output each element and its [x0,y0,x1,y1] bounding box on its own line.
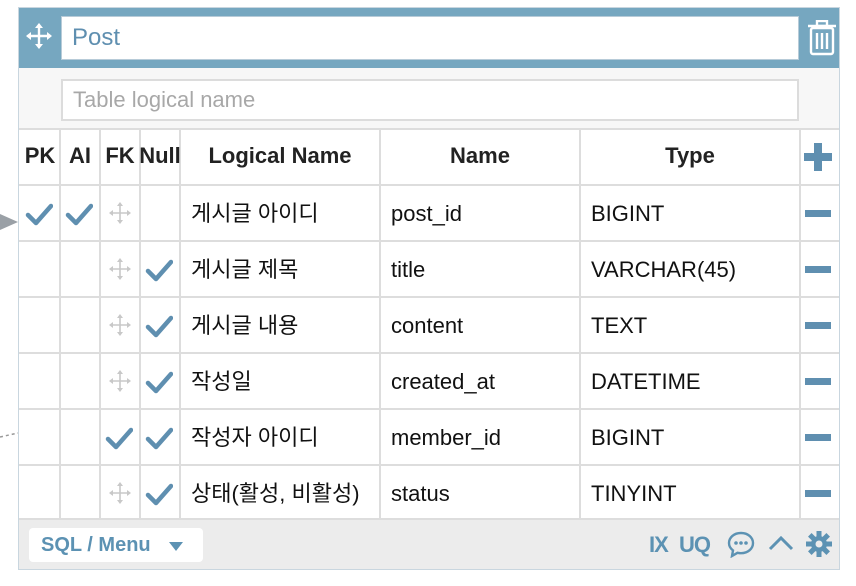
column-row[interactable]: 게시글 제목 title VARCHAR(45) [19,242,839,298]
col-header-null: Null [139,143,181,168]
comment-icon[interactable] [727,530,755,558]
cell-logical-name[interactable]: 게시글 아이디 [191,186,371,242]
table-logical-name-input[interactable] [61,79,799,121]
null-check-icon[interactable] [145,256,173,284]
gear-icon[interactable] [805,530,833,558]
cell-type[interactable]: TEXT [591,298,791,354]
table-header [19,8,839,68]
cell-name[interactable]: title [391,242,571,298]
caret-down-icon [169,542,183,551]
cell-type[interactable]: BIGINT [591,410,791,466]
plus-icon[interactable] [803,142,833,172]
column-row[interactable]: 작성자 아이디 member_id BIGINT [19,410,839,466]
fk-check-icon[interactable] [105,424,133,452]
null-check-icon[interactable] [145,480,173,508]
cell-logical-name[interactable]: 작성자 아이디 [191,410,371,466]
cell-type[interactable]: DATETIME [591,354,791,410]
fk-move-icon[interactable] [109,314,131,336]
cell-name[interactable]: created_at [391,354,571,410]
cell-logical-name[interactable]: 작성일 [191,354,371,410]
null-check-icon[interactable] [145,312,173,340]
col-header-type: Type [665,143,715,168]
column-row[interactable]: 작성일 created_at DATETIME [19,354,839,410]
fk-move-icon[interactable] [109,370,131,392]
minus-icon[interactable] [805,434,831,442]
col-header-fk: FK [105,143,135,168]
columns-grid: PK AI FK Null Logical Name Name Type 게시글… [19,128,839,520]
minus-icon[interactable] [805,378,831,386]
minus-icon[interactable] [805,266,831,274]
cell-logical-name[interactable]: 상태(활성, 비활성) [191,466,371,522]
index-button[interactable]: IX [649,530,669,560]
relation-line [0,432,19,438]
col-header-pk: PK [24,143,56,168]
table-footer: SQL / Menu IX UQ [19,520,839,569]
cell-name[interactable]: content [391,298,571,354]
cell-type[interactable]: VARCHAR(45) [591,242,791,298]
relation-arrow [0,214,18,230]
unique-button[interactable]: UQ [679,530,711,560]
fk-move-icon[interactable] [109,482,131,504]
cell-name[interactable]: member_id [391,410,571,466]
col-header-ai: AI [69,143,91,168]
sql-menu-button[interactable]: SQL / Menu [29,528,203,562]
column-row[interactable]: 게시글 내용 content TEXT [19,298,839,354]
minus-icon[interactable] [805,322,831,330]
fk-move-icon[interactable] [109,258,131,280]
cell-name[interactable]: status [391,466,571,522]
sql-menu-label: SQL / Menu [41,534,151,556]
minus-icon[interactable] [805,490,831,498]
trash-icon[interactable] [807,20,837,56]
cell-logical-name[interactable]: 게시글 제목 [191,242,371,298]
null-check-icon[interactable] [145,424,173,452]
minus-icon[interactable] [805,210,831,218]
column-row[interactable]: 상태(활성, 비활성) status TINYINT [19,466,839,522]
cell-name[interactable]: post_id [391,186,571,242]
table-card[interactable]: PK AI FK Null Logical Name Name Type 게시글… [18,7,840,570]
null-check-icon[interactable] [145,368,173,396]
cell-type[interactable]: TINYINT [591,466,791,522]
move-arrows-icon[interactable] [25,22,53,50]
col-header-name: Name [450,143,510,168]
chevron-up-icon[interactable] [767,530,795,558]
column-row[interactable]: 게시글 아이디 post_id BIGINT [19,186,839,242]
table-name-input[interactable] [61,16,799,60]
pk-check-icon[interactable] [25,200,53,228]
logical-name-row [19,68,839,128]
cell-logical-name[interactable]: 게시글 내용 [191,298,371,354]
ai-check-icon[interactable] [65,200,93,228]
cell-type[interactable]: BIGINT [591,186,791,242]
fk-move-icon[interactable] [109,202,131,224]
col-header-logical-name: Logical Name [208,143,352,168]
